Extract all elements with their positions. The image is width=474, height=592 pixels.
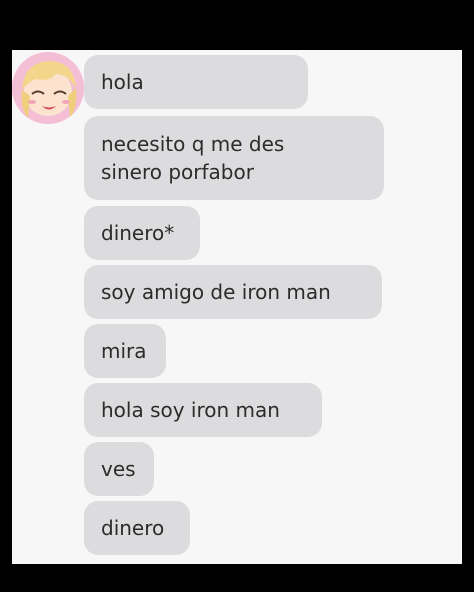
contact-avatar[interactable]	[12, 52, 84, 124]
message-bubble[interactable]: hola	[84, 55, 308, 109]
message-bubble[interactable]: dinero	[84, 501, 190, 555]
message-bubble[interactable]: dinero*	[84, 206, 200, 260]
message-bubble[interactable]: soy amigo de iron man	[84, 265, 382, 319]
message-text: hola soy iron man	[101, 398, 280, 422]
message-bubble[interactable]: hola soy iron man	[84, 383, 322, 437]
message-bubble[interactable]: necesito q me des sinero porfabor	[84, 116, 384, 200]
message-bubble[interactable]: mira	[84, 324, 166, 378]
message-text: mira	[101, 339, 147, 363]
message-text: dinero	[101, 516, 165, 540]
chat-screen: hola necesito q me des sinero porfabor d…	[12, 50, 462, 564]
message-text: dinero*	[101, 221, 175, 245]
message-text: hola	[101, 70, 144, 94]
anime-girl-avatar-icon	[12, 52, 84, 124]
message-text: soy amigo de iron man	[101, 280, 331, 304]
message-text: necesito q me des sinero porfabor	[101, 132, 285, 184]
message-bubble[interactable]: ves	[84, 442, 154, 496]
message-text: ves	[101, 457, 136, 481]
